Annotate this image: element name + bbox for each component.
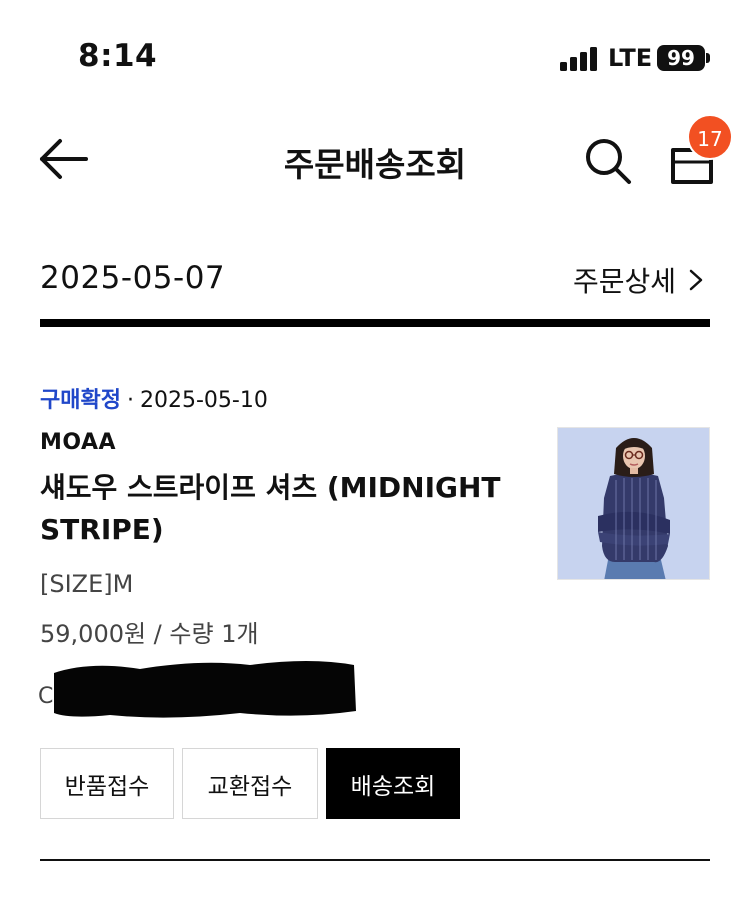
- section-divider: [40, 319, 710, 327]
- status-time: 8:14: [78, 38, 158, 74]
- product-photo: [558, 428, 709, 579]
- page-title: 주문배송조회: [283, 145, 467, 184]
- battery-cap: [706, 53, 710, 63]
- product-name[interactable]: 섀도우 스트라이프 셔츠 (MIDNIGHT STRIPE): [40, 467, 530, 551]
- return-request-button[interactable]: 반품접수: [40, 748, 174, 819]
- cart-count-badge[interactable]: 17: [687, 114, 733, 160]
- chevron-right-icon: [689, 269, 703, 291]
- exchange-request-button[interactable]: 교환접수: [182, 748, 318, 819]
- track-delivery-button[interactable]: 배송조회: [326, 748, 460, 819]
- order-status: 구매확정: [40, 388, 121, 413]
- signal-icon: [560, 47, 597, 71]
- network-type: LTE: [608, 44, 653, 72]
- order-status-line: 구매확정 · 2025-05-10: [40, 382, 268, 414]
- status-separator: ·: [126, 388, 134, 413]
- search-icon[interactable]: [583, 136, 633, 186]
- order-date: 2025-05-07: [40, 260, 226, 296]
- order-tracking-page: 8:14 LTE 99 주문배송조회 17 2025-05-07 주문상세 구매…: [0, 0, 750, 924]
- brand-name[interactable]: MOAA: [40, 430, 116, 455]
- product-thumbnail[interactable]: [557, 427, 710, 580]
- bottom-divider: [40, 859, 710, 861]
- battery-level: 99: [657, 45, 705, 71]
- price-quantity: 59,000원 / 수량 1개: [40, 620, 259, 648]
- status-date: 2025-05-10: [139, 388, 268, 413]
- product-option: [SIZE]M: [40, 570, 134, 598]
- order-detail-label: 주문상세: [572, 265, 676, 298]
- redaction-mark: [54, 661, 356, 718]
- order-detail-link[interactable]: 주문상세: [573, 260, 704, 300]
